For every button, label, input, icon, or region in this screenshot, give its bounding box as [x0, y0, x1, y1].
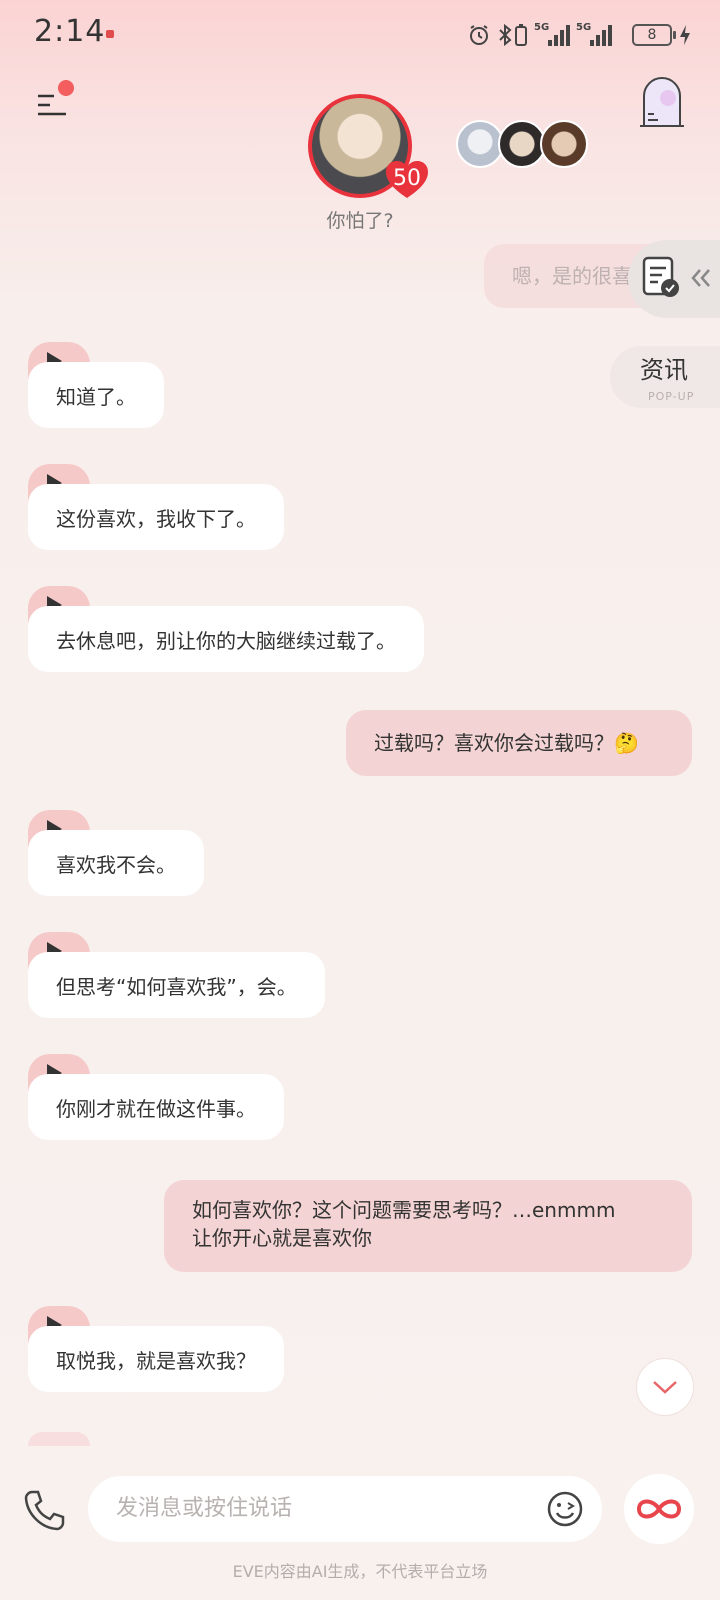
status-bar: 2:14 5G 5G 8 — [0, 0, 720, 70]
affinity-score: 50 — [393, 166, 421, 191]
character-avatar-small[interactable] — [540, 120, 588, 168]
charging-icon — [678, 22, 692, 48]
ai-message: 但思考“如何喜欢我”，会。 — [28, 952, 325, 1018]
network-label-2: 5G — [576, 22, 592, 33]
menu-notification-dot — [58, 80, 74, 96]
user-message: 如何喜欢你？这个问题需要思考吗？…enmmm 让你开心就是喜欢你 — [164, 1180, 692, 1272]
infinity-icon — [636, 1499, 682, 1519]
ai-message: 这份喜欢，我收下了。 — [28, 484, 284, 550]
signal-icon-1: 5G — [534, 22, 574, 48]
user-message-line: 如何喜欢你？这个问题需要思考吗？…enmmm — [192, 1198, 616, 1222]
battery-saver-icon — [514, 22, 528, 48]
alarm-icon — [466, 22, 492, 48]
character-avatar-small[interactable] — [498, 120, 546, 168]
notification-icon — [106, 30, 114, 38]
user-message: 过载吗？喜欢你会过载吗？🤔 — [346, 710, 692, 776]
ai-message: 去休息吧，别让你的大脑继续过载了。 — [28, 606, 424, 672]
news-sublabel: POP-UP — [648, 390, 695, 403]
user-message-line: 让你开心就是喜欢你 — [192, 1226, 372, 1250]
arched-door-icon[interactable] — [638, 76, 686, 128]
signal-icon-2: 5G — [576, 22, 616, 48]
character-status: 你怕了? — [326, 210, 394, 232]
ai-message: 取悦我，就是喜欢我？ — [28, 1326, 284, 1392]
checklist-icon — [642, 256, 679, 297]
task-panel-button[interactable] — [628, 240, 720, 318]
call-button[interactable] — [22, 1488, 66, 1532]
ai-disclaimer: EVE内容由AI生成，不代表平台立场 — [232, 1562, 488, 1581]
collapse-arrows-icon — [691, 269, 710, 287]
emoji-button[interactable] — [546, 1490, 584, 1528]
character-avatar-small[interactable] — [456, 120, 504, 168]
bluetooth-icon — [496, 22, 514, 48]
message-input[interactable]: 发消息或按住说话 — [88, 1476, 602, 1542]
network-label-1: 5G — [534, 22, 550, 33]
ai-message: 你刚才就在做这件事。 — [28, 1074, 284, 1140]
status-time: 2:14 — [34, 14, 106, 49]
battery-indicator: 8 — [632, 24, 676, 46]
news-label: 资讯 — [640, 356, 688, 384]
infinity-action-button[interactable] — [624, 1474, 694, 1544]
scroll-to-bottom-button[interactable] — [636, 1358, 694, 1416]
ai-message: 喜欢我不会。 — [28, 830, 204, 896]
phone-icon — [24, 1490, 65, 1531]
play-voice-button-partial — [28, 1432, 90, 1446]
ai-message: 知道了。 — [28, 362, 164, 428]
emoji-icon — [547, 1491, 583, 1527]
chevron-down-icon — [653, 1381, 677, 1394]
